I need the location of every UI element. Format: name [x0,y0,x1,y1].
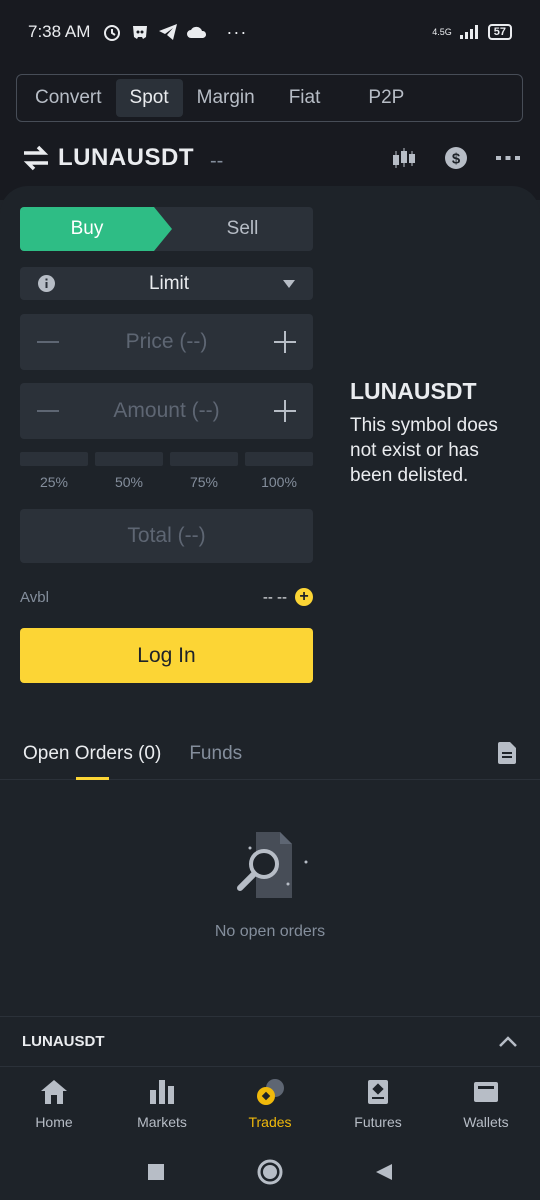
ticker-pair-name: LUNAUSDT [22,1033,105,1050]
chevron-up-icon[interactable] [498,1035,518,1048]
system-navigation-bar [0,1144,540,1200]
home-icon [41,1080,67,1104]
add-funds-icon[interactable]: + [295,588,313,606]
telegram-icon [159,24,178,40]
order-type-select[interactable]: Limit [20,267,313,300]
sell-button[interactable]: Sell [172,207,313,251]
amount-input[interactable]: Amount (--) [60,399,273,423]
buy-sell-toggle: Buy Sell [20,207,313,251]
dollar-icon[interactable]: $ [444,146,468,170]
dropdown-triangle-icon [283,279,295,288]
percent-50-button[interactable]: 50% [95,452,163,490]
avbl-value: -- -- [262,588,287,606]
trade-mode-tabs: Convert Spot Margin Fiat P2P [16,74,523,122]
svg-text:$: $ [452,151,461,168]
tab-funds[interactable]: Funds [189,733,242,780]
avbl-label: Avbl [20,588,49,606]
trades-icon [257,1079,284,1105]
candlestick-chart-icon[interactable] [392,146,416,170]
order-type-label: Limit [148,272,190,294]
percent-25-button[interactable]: 25% [20,452,88,490]
percent-75-button[interactable]: 75% [170,452,238,490]
more-icon[interactable] [496,154,520,162]
recents-icon[interactable] [147,1163,165,1181]
home-circle-icon[interactable] [257,1159,283,1185]
tab-fiat[interactable]: Fiat [275,79,335,117]
nav-markets[interactable]: Markets [108,1068,216,1144]
buy-button[interactable]: Buy [20,207,172,251]
pair-name[interactable]: LUNAUSDT [58,144,194,172]
nav-futures[interactable]: Futures [324,1068,432,1144]
order-history-icon[interactable] [498,742,516,764]
price-input[interactable]: Price (--) [60,330,273,354]
percent-slider: 25% 50% 75% 100% [20,452,313,490]
amount-decrease-button[interactable] [36,399,60,423]
pair-change: -- [210,149,224,172]
battery-icon: 57 [487,24,512,40]
info-icon[interactable] [38,275,55,292]
tab-convert[interactable]: Convert [21,79,116,117]
swap-pairs-icon[interactable] [22,145,50,171]
tab-spot[interactable]: Spot [115,79,183,117]
pair-header: LUNAUSDT -- $ [22,138,520,178]
markets-icon [150,1080,174,1104]
status-time: 7:38 AM [28,22,91,41]
delisted-message: This symbol does not exist or has been d… [350,415,498,486]
status-bar: 7:38 AM ··· 4.5G 57 [0,0,540,64]
bottom-navigation: Home Markets Trades Futures Wallets [0,1068,540,1144]
nav-home[interactable]: Home [0,1068,108,1144]
orders-tabs: Open Orders (0) Funds [0,733,540,780]
amount-increase-button[interactable] [273,399,297,423]
amount-stepper: Amount (--) [20,383,313,439]
empty-state: No open orders [0,828,540,941]
more-notifications: ··· [226,21,248,42]
signal-icon [459,25,478,39]
delisted-notice: LUNAUSDT This symbol does not exist or h… [350,378,520,488]
login-button[interactable]: Log In [20,628,313,683]
ticker-bar[interactable]: LUNAUSDT [0,1017,540,1067]
network-type: 4.5G [432,26,452,37]
nav-wallets[interactable]: Wallets [432,1068,540,1144]
percent-100-button[interactable]: 100% [245,452,313,490]
empty-state-text: No open orders [214,923,326,940]
total-input[interactable]: Total (--) [20,509,313,563]
price-stepper: Price (--) [20,314,313,370]
alarm-icon [104,25,121,41]
price-decrease-button[interactable] [36,330,60,354]
price-increase-button[interactable] [273,330,297,354]
discord-icon [133,26,148,39]
available-balance: Avbl -- -- + [20,585,313,609]
tab-p2p[interactable]: P2P [354,79,418,117]
delisted-title: LUNAUSDT [350,378,477,404]
cloud-icon [187,26,207,38]
back-icon[interactable] [375,1163,393,1181]
tab-open-orders[interactable]: Open Orders (0) [23,733,161,780]
wallet-icon [474,1082,498,1102]
no-orders-illustration-icon [237,832,308,898]
tab-margin[interactable]: Margin [183,79,269,117]
nav-trades[interactable]: Trades [216,1068,324,1144]
futures-icon [368,1080,388,1104]
